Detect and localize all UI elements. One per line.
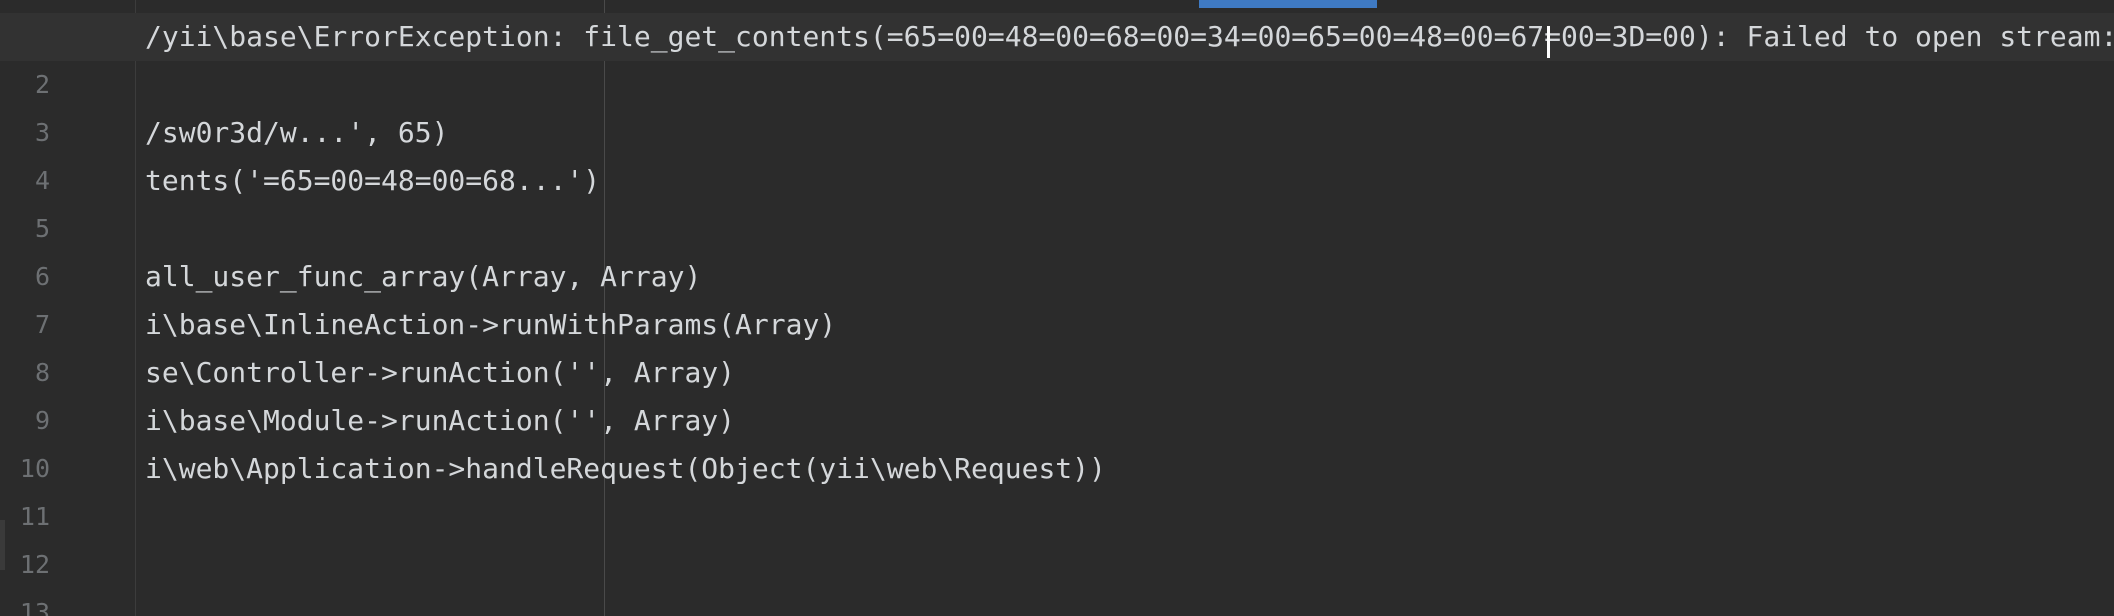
code-line[interactable]: i\base\Module->runAction('', Array) [145, 397, 2114, 445]
code-line[interactable] [145, 61, 2114, 109]
scroll-position-indicator[interactable] [1199, 0, 1377, 8]
code-line[interactable]: tents('=65=00=48=00=68...') [145, 157, 2114, 205]
code-line[interactable]: i\base\InlineAction->runWithParams(Array… [145, 301, 2114, 349]
line-number: 3 [34, 118, 50, 147]
line-number: 12 [19, 550, 50, 579]
line-number: 2 [34, 70, 50, 99]
line-number: 4 [34, 166, 50, 195]
code-editor[interactable]: 1 2 3 4 5 6 7 8 9 10 11 12 13 /yii\base\… [0, 0, 2114, 616]
code-line[interactable] [145, 205, 2114, 253]
code-line[interactable] [145, 589, 2114, 616]
line-numbers: 1 2 3 4 5 6 7 8 9 10 11 12 13 [0, 13, 50, 616]
gutter-edge-marker [0, 520, 5, 570]
line-number: 5 [34, 214, 50, 243]
code-line[interactable] [145, 493, 2114, 541]
code-line[interactable]: se\Controller->runAction('', Array) [145, 349, 2114, 397]
code-line[interactable]: i\web\Application->handleRequest(Object(… [145, 445, 2114, 493]
code-line-current[interactable]: /yii\base\ErrorException: file_get_conte… [0, 13, 2114, 61]
line-number: 11 [19, 502, 50, 531]
line-number: 13 [19, 598, 50, 616]
line-number-gutter: 1 2 3 4 5 6 7 8 9 10 11 12 13 [0, 0, 136, 616]
line-number: 10 [19, 454, 50, 483]
code-line[interactable]: all_user_func_array(Array, Array) [145, 253, 2114, 301]
code-line[interactable] [145, 541, 2114, 589]
line-number: 9 [34, 406, 50, 435]
line-number: 8 [34, 358, 50, 387]
code-text-area[interactable]: /yii\base\ErrorException: file_get_conte… [0, 13, 2114, 616]
code-line[interactable]: /sw0r3d/w...', 65) [145, 109, 2114, 157]
line-number: 6 [34, 262, 50, 291]
text-caret [1547, 26, 1550, 58]
line-number: 7 [34, 310, 50, 339]
